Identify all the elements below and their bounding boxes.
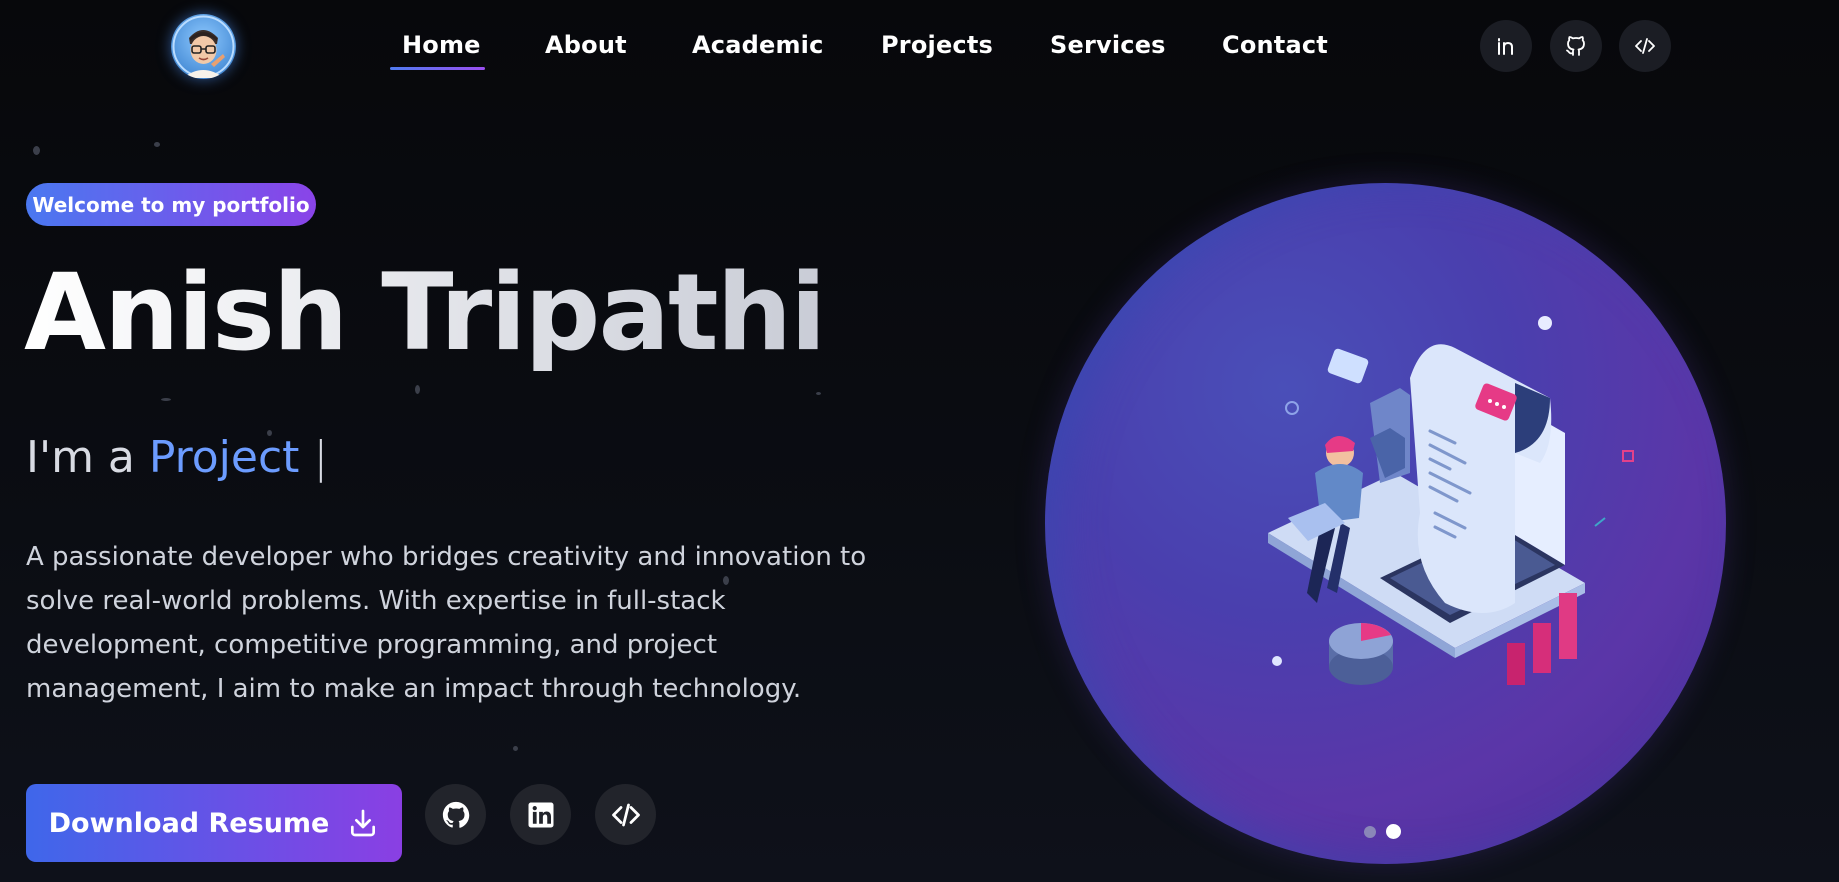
typing-cursor: | [299,432,329,483]
carousel-dot-active[interactable] [1386,824,1401,839]
github-icon [442,801,469,828]
github-icon [1566,36,1585,56]
carousel-indicators [1364,824,1401,839]
background-speck [513,746,518,751]
linkedin-icon [528,802,553,827]
hero-description: A passionate developer who bridges creat… [26,542,867,704]
avatar[interactable] [171,14,236,79]
linkedin-icon [1498,38,1513,55]
background-speck [816,392,821,395]
nav-linkedin-button[interactable] [1480,20,1532,72]
linkedin-social-button[interactable] [510,784,571,845]
carousel-dot[interactable] [1364,825,1376,838]
download-icon [351,809,376,837]
nav-link-about[interactable]: About [545,31,627,59]
download-resume-label: Download Resume [48,807,330,839]
role-prefix: I'm a [26,432,149,483]
hero-illustration-carousel [1045,183,1726,864]
code-icon [1635,38,1655,54]
nav-code-button[interactable] [1619,20,1671,72]
code-social-button[interactable] [595,784,656,845]
welcome-badge: Welcome to my portfolio [26,183,316,226]
code-icon [611,803,640,826]
developer-illustration-icon [1268,316,1634,685]
nav-github-button[interactable] [1550,20,1602,72]
background-speck [154,142,160,147]
github-social-button[interactable] [425,784,486,845]
background-speck [415,385,420,394]
nav-active-indicator [390,67,485,70]
background-speck [161,398,171,401]
nav-link-projects[interactable]: Projects [881,31,993,59]
role-typing-line: I'm a Project | [26,432,328,483]
nav-link-home[interactable]: Home [402,31,481,59]
nav-link-contact[interactable]: Contact [1222,31,1328,59]
hero-name-heading: Anish Tripathi [24,251,826,374]
download-resume-button[interactable]: Download Resume [26,784,402,862]
nav-link-services[interactable]: Services [1050,31,1166,59]
avatar-illustration-icon [172,15,235,78]
background-speck [33,146,40,155]
top-navigation: Home About Academic Projects Services Co… [0,0,1839,96]
role-text: Project [148,432,300,483]
nav-link-academic[interactable]: Academic [692,31,824,59]
